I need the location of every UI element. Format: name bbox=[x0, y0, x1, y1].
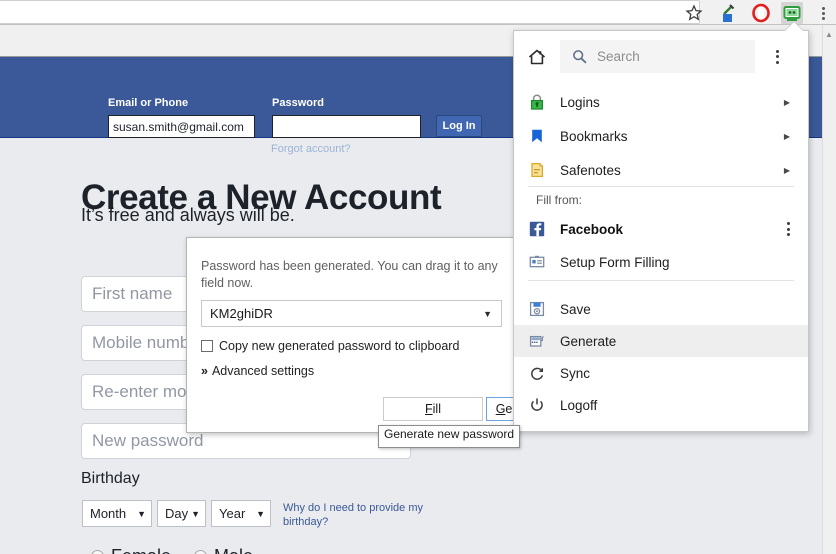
page-subtitle: It’s free and always will be. bbox=[81, 205, 295, 226]
popup-item-label: Logoff bbox=[560, 398, 597, 413]
lock-icon bbox=[514, 93, 560, 111]
chevron-right-icon: ▶ bbox=[784, 166, 790, 175]
popup-item-safenotes[interactable]: Safenotes ▶ bbox=[514, 154, 808, 186]
popup-item-label: Logins bbox=[560, 95, 600, 110]
password-label: Password bbox=[272, 97, 324, 109]
note-icon bbox=[514, 161, 560, 179]
birthday-month-select[interactable]: Month ▼ bbox=[82, 500, 152, 527]
page-scrollbar[interactable] bbox=[822, 25, 836, 554]
id-card-icon bbox=[514, 253, 560, 271]
popup-item-label: Generate bbox=[560, 334, 616, 349]
birthday-year-value: Year bbox=[219, 506, 245, 521]
copy-to-clipboard-checkbox-row[interactable]: Copy new generated password to clipboard bbox=[201, 339, 459, 353]
generator-icon bbox=[514, 332, 560, 350]
eyedropper-icon[interactable] bbox=[716, 2, 738, 24]
divider bbox=[528, 280, 794, 281]
popup-item-label: Save bbox=[560, 302, 591, 317]
copy-to-clipboard-checkbox[interactable] bbox=[201, 340, 213, 352]
password-input[interactable] bbox=[272, 115, 421, 138]
popup-item-facebook[interactable]: Facebook bbox=[514, 213, 808, 245]
chevron-down-icon[interactable]: ▼ bbox=[483, 309, 492, 319]
chevron-right-icon: ▶ bbox=[784, 98, 790, 107]
sync-icon bbox=[514, 364, 560, 382]
birthday-help-link[interactable]: Why do I need to provide my birthday? bbox=[283, 501, 433, 529]
gender-female-option[interactable]: Female bbox=[91, 546, 171, 554]
gender-female-label: Female bbox=[111, 546, 171, 554]
chevron-down-icon: ▼ bbox=[137, 509, 146, 519]
popup-menu-icon[interactable] bbox=[755, 31, 800, 82]
email-input[interactable] bbox=[108, 115, 255, 138]
roboform-popup: Search Logins ▶ Bookmarks ▶ bbox=[513, 30, 809, 432]
generated-password-combobox[interactable]: KM2ghiDR ▼ bbox=[201, 300, 502, 327]
address-bar[interactable] bbox=[0, 0, 700, 24]
copy-to-clipboard-label: Copy new generated password to clipboard bbox=[219, 339, 459, 353]
popup-item-logoff[interactable]: Logoff bbox=[514, 389, 808, 421]
popup-item-logins[interactable]: Logins ▶ bbox=[514, 86, 808, 118]
popup-item-label: Bookmarks bbox=[560, 129, 628, 144]
popup-item-label: Sync bbox=[560, 366, 590, 381]
facebook-item-menu-icon[interactable] bbox=[787, 222, 790, 236]
chevron-down-icon: ▼ bbox=[256, 509, 265, 519]
advanced-settings-label: Advanced settings bbox=[212, 364, 314, 378]
popup-item-label: Safenotes bbox=[560, 163, 621, 178]
home-icon[interactable] bbox=[514, 31, 560, 82]
fill-button[interactable]: Fill bbox=[383, 397, 483, 421]
popup-item-sync[interactable]: Sync bbox=[514, 357, 808, 389]
search-input[interactable]: Search bbox=[560, 40, 755, 73]
email-label: Email or Phone bbox=[108, 97, 188, 109]
popup-item-label: Setup Form Filling bbox=[560, 255, 670, 270]
password-generator-dialog: Password has been generated. You can dra… bbox=[186, 237, 517, 433]
radio-icon[interactable] bbox=[194, 550, 207, 554]
birthday-day-value: Day bbox=[165, 506, 188, 521]
bookmark-star-icon[interactable] bbox=[683, 2, 705, 24]
advanced-settings-toggle[interactable]: » Advanced settings bbox=[201, 364, 314, 378]
generate-new-tooltip: Generate new password bbox=[378, 425, 520, 448]
forgot-account-link[interactable]: Forgot account? bbox=[271, 143, 351, 155]
generated-password-value: KM2ghiDR bbox=[202, 306, 273, 321]
opera-shield-icon[interactable] bbox=[750, 2, 772, 24]
popup-item-label: Facebook bbox=[560, 222, 623, 237]
search-icon bbox=[572, 49, 587, 64]
gender-male-label: Male bbox=[214, 546, 253, 554]
facebook-icon bbox=[514, 220, 560, 238]
floppy-save-icon bbox=[514, 300, 560, 318]
popup-item-setup-form-filling[interactable]: Setup Form Filling bbox=[514, 246, 808, 278]
chrome-menu-icon[interactable] bbox=[812, 2, 834, 24]
search-placeholder: Search bbox=[597, 49, 640, 64]
birthday-year-select[interactable]: Year ▼ bbox=[211, 500, 271, 527]
birthday-day-select[interactable]: Day ▼ bbox=[157, 500, 206, 527]
fill-from-header: Fill from: bbox=[536, 193, 582, 207]
double-chevron-icon: » bbox=[201, 364, 208, 378]
divider bbox=[528, 186, 794, 187]
gender-male-option[interactable]: Male bbox=[194, 546, 253, 554]
scroll-up-arrow-icon[interactable]: ▲ bbox=[823, 28, 835, 40]
chevron-right-icon: ▶ bbox=[784, 132, 790, 141]
chevron-down-icon: ▼ bbox=[191, 509, 200, 519]
roboform-extension-icon[interactable] bbox=[781, 2, 803, 24]
bookmark-icon bbox=[514, 127, 560, 145]
login-button[interactable]: Log In bbox=[436, 115, 482, 137]
popup-item-save[interactable]: Save bbox=[514, 293, 808, 325]
browser-toolbar bbox=[0, 0, 836, 25]
birthday-month-value: Month bbox=[90, 506, 126, 521]
password-generated-message: Password has been generated. You can dra… bbox=[201, 258, 501, 292]
birthday-label: Birthday bbox=[81, 470, 140, 488]
popup-arrow bbox=[785, 22, 803, 31]
radio-icon[interactable] bbox=[91, 550, 104, 554]
popup-search-row: Search bbox=[514, 31, 808, 82]
popup-item-bookmarks[interactable]: Bookmarks ▶ bbox=[514, 120, 808, 152]
popup-item-generate[interactable]: Generate bbox=[514, 325, 808, 357]
power-icon bbox=[514, 396, 560, 414]
